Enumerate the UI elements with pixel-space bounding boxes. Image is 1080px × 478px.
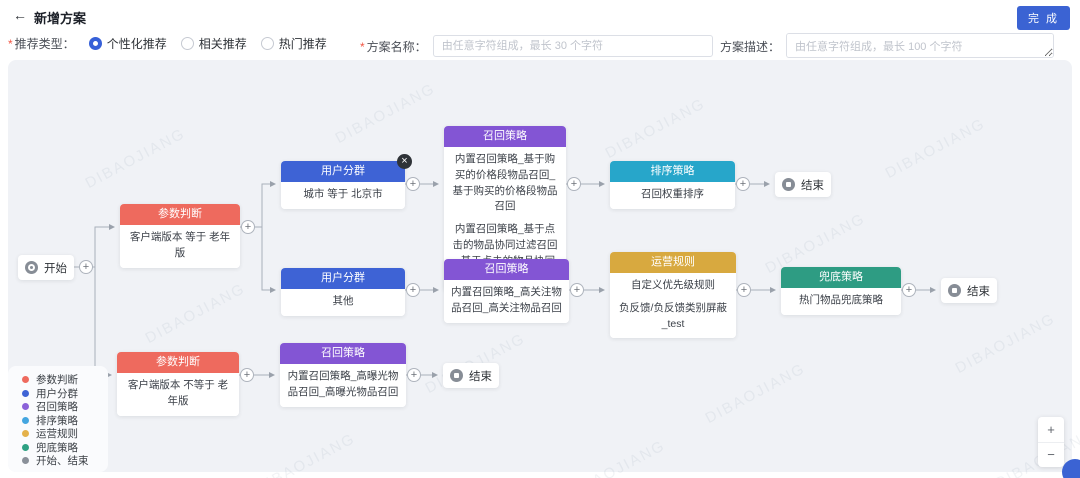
flow-node-userseg2[interactable]: 用户分群其他	[281, 268, 405, 316]
form-row: *推荐类型： 个性化推荐 相关推荐 热门推荐 *方案名称： 方案描述：	[0, 30, 1080, 58]
flow-node-start[interactable]: 开始	[18, 255, 74, 280]
node-body: 热门物品兜底策略	[781, 288, 901, 315]
node-label: 结束	[801, 177, 824, 193]
radio-label: 个性化推荐	[107, 35, 167, 52]
legend-item-参数判断: 参数判断	[22, 373, 108, 387]
legend-dot	[22, 457, 29, 464]
remove-node-button[interactable]: ×	[397, 154, 412, 169]
add-node-button[interactable]: +	[241, 220, 255, 234]
flow-node-param1[interactable]: 参数判断客户端版本 等于 老年版	[120, 204, 240, 268]
node-title: 排序策略	[610, 161, 735, 182]
node-body: 客户端版本 等于 老年版	[120, 225, 240, 268]
add-node-button[interactable]: +	[406, 177, 420, 191]
flow-node-ops1[interactable]: 运营规则自定义优先级规则负反馈/负反馈类别屏蔽_test	[610, 252, 736, 338]
radio-options: 个性化推荐 相关推荐 热门推荐	[89, 35, 327, 52]
flow-node-end1[interactable]: 结束	[775, 172, 831, 197]
add-node-button[interactable]: +	[902, 283, 916, 297]
add-node-button[interactable]: +	[570, 283, 584, 297]
legend-item-开始、结束: 开始、结束	[22, 454, 108, 468]
node-title: 用户分群	[281, 161, 405, 182]
node-label: 结束	[967, 283, 990, 299]
node-title: 召回策略	[280, 343, 406, 364]
back-icon[interactable]: ←	[13, 7, 27, 23]
node-title: 用户分群	[281, 268, 405, 289]
node-body: 其他	[281, 289, 405, 316]
zoom-out-button[interactable]: −	[1038, 443, 1064, 468]
top-bar: ← 新增方案 完 成	[0, 0, 1080, 30]
legend-label: 开始、结束	[36, 453, 89, 468]
radio-circle[interactable]	[181, 37, 194, 50]
node-title: 参数判断	[120, 204, 240, 225]
flow-node-fallback1[interactable]: 兜底策略热门物品兜底策略	[781, 267, 901, 315]
end-icon	[948, 284, 961, 297]
required-mark: *	[360, 40, 365, 54]
legend-panel: 参数判断用户分群召回策略排序策略运营规则兜底策略开始、结束	[8, 366, 108, 472]
legend-item-召回策略: 召回策略	[22, 400, 108, 414]
add-node-button[interactable]: +	[240, 368, 254, 382]
flow-node-param2[interactable]: 参数判断客户端版本 不等于 老年版	[117, 352, 239, 416]
node-body: 自定义优先级规则负反馈/负反馈类别屏蔽_test	[610, 273, 736, 338]
legend-item-排序策略: 排序策略	[22, 414, 108, 428]
flow-node-recall2[interactable]: 召回策略内置召回策略_高关注物品召回_高关注物品召回	[444, 259, 569, 323]
plan-desc-textarea[interactable]	[786, 33, 1054, 58]
node-body: 城市 等于 北京市	[281, 182, 405, 209]
radio-circle[interactable]	[89, 37, 102, 50]
node-label: 结束	[469, 368, 492, 384]
node-body: 客户端版本 不等于 老年版	[117, 373, 239, 416]
legend-dot	[22, 430, 29, 437]
flow-canvas: 开始参数判断客户端版本 等于 老年版用户分群城市 等于 北京市×召回策略内置召回…	[0, 0, 1080, 478]
zoom-in-button[interactable]: +	[1038, 417, 1064, 443]
add-node-button[interactable]: +	[407, 368, 421, 382]
node-body: 召回权重排序	[610, 182, 735, 209]
add-node-button[interactable]: +	[79, 260, 93, 274]
plan-name-label: *方案名称：	[360, 38, 427, 55]
legend-dot	[22, 417, 29, 424]
node-title: 召回策略	[444, 126, 566, 147]
radio-option-相关推荐[interactable]: 相关推荐	[181, 35, 247, 52]
add-node-button[interactable]: +	[406, 283, 420, 297]
node-title: 召回策略	[444, 259, 569, 280]
flow-node-end3[interactable]: 结束	[443, 363, 499, 388]
page-title: 新增方案	[34, 8, 86, 27]
radio-label: 相关推荐	[199, 35, 247, 52]
radio-label: 热门推荐	[279, 35, 327, 52]
node-body: 内置召回策略_高关注物品召回_高关注物品召回	[444, 280, 569, 323]
required-mark: *	[8, 37, 13, 51]
add-node-button[interactable]: +	[736, 177, 750, 191]
end-icon	[782, 178, 795, 191]
legend-dot	[22, 444, 29, 451]
legend-dot	[22, 390, 29, 397]
radio-option-热门推荐[interactable]: 热门推荐	[261, 35, 327, 52]
node-title: 运营规则	[610, 252, 736, 273]
flow-node-recall3[interactable]: 召回策略内置召回策略_高曝光物品召回_高曝光物品召回	[280, 343, 406, 407]
radio-option-个性化推荐[interactable]: 个性化推荐	[89, 35, 167, 52]
legend-item-运营规则: 运营规则	[22, 427, 108, 441]
start-icon	[25, 261, 38, 274]
end-icon	[450, 369, 463, 382]
flow-node-end2[interactable]: 结束	[941, 278, 997, 303]
flow-node-userseg1[interactable]: 用户分群城市 等于 北京市×	[281, 161, 405, 209]
zoom-controls: + −	[1038, 417, 1064, 467]
node-title: 兜底策略	[781, 267, 901, 288]
done-button[interactable]: 完 成	[1017, 6, 1070, 30]
legend-list: 参数判断用户分群召回策略排序策略运营规则兜底策略开始、结束	[22, 373, 108, 468]
recommend-type-group: *推荐类型： 个性化推荐 相关推荐 热门推荐	[8, 35, 327, 52]
plan-desc-field-group: 方案描述：	[720, 33, 1054, 58]
add-node-button[interactable]: +	[737, 283, 751, 297]
legend-item-兜底策略: 兜底策略	[22, 441, 108, 455]
legend-dot	[22, 376, 29, 383]
add-node-button[interactable]: +	[567, 177, 581, 191]
plan-name-input[interactable]	[433, 35, 713, 57]
node-body: 内置召回策略_高曝光物品召回_高曝光物品召回	[280, 364, 406, 407]
legend-dot	[22, 403, 29, 410]
flow-node-sort1[interactable]: 排序策略召回权重排序	[610, 161, 735, 209]
radio-circle[interactable]	[261, 37, 274, 50]
plan-desc-label: 方案描述：	[720, 38, 780, 55]
node-label: 开始	[44, 260, 67, 276]
recommend-type-label: *推荐类型：	[8, 35, 75, 52]
legend-item-用户分群: 用户分群	[22, 387, 108, 401]
plan-name-field-group: *方案名称：	[360, 35, 713, 57]
node-title: 参数判断	[117, 352, 239, 373]
